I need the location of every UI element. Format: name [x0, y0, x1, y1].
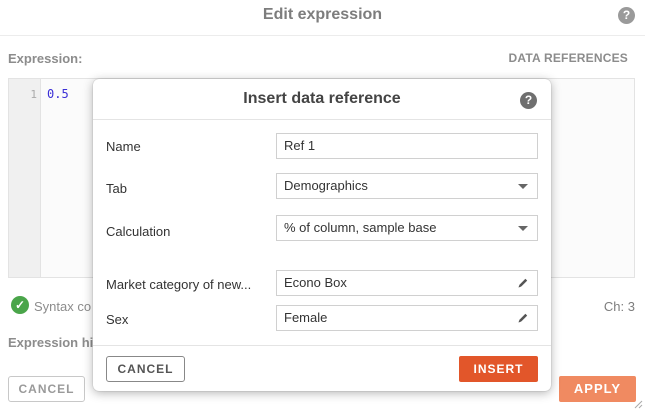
dialog-footer-divider — [93, 345, 551, 346]
insert-button[interactable]: INSERT — [459, 356, 538, 382]
editor-cancel-button[interactable]: CANCEL — [8, 376, 85, 402]
chevron-down-icon — [518, 226, 528, 231]
expression-code[interactable]: 0.5 — [47, 87, 69, 101]
help-icon[interactable]: ? — [520, 92, 537, 109]
help-icon[interactable]: ? — [618, 7, 635, 24]
apply-button[interactable]: APPLY — [559, 376, 636, 402]
name-field[interactable]: Ref 1 — [276, 133, 538, 159]
chevron-down-icon — [518, 184, 528, 189]
expression-label: Expression: — [8, 51, 83, 66]
resize-grip-icon[interactable] — [633, 399, 643, 409]
insert-data-reference-dialog: Insert data reference ? Name Ref 1 Tab D… — [93, 79, 551, 391]
title-divider — [0, 35, 645, 36]
dialog-title: Insert data reference — [243, 90, 401, 107]
calculation-label: Calculation — [106, 224, 171, 239]
calculation-select[interactable]: % of column, sample base — [276, 215, 538, 241]
tab-value: Demographics — [284, 178, 368, 193]
character-count: Ch: 3 — [603, 299, 635, 314]
tab-select[interactable]: Demographics — [276, 173, 538, 199]
cancel-button[interactable]: CANCEL — [106, 356, 185, 382]
pencil-icon[interactable] — [517, 277, 529, 289]
sex-label: Sex — [106, 312, 129, 327]
name-value: Ref 1 — [284, 138, 316, 153]
name-label: Name — [106, 139, 141, 154]
calculation-value: % of column, sample base — [284, 220, 437, 235]
sex-field[interactable]: Female — [276, 305, 538, 331]
edit-expression-title: Edit expression — [262, 6, 383, 23]
line-number: 1 — [30, 88, 37, 101]
expression-hint-label: Expression hi — [8, 335, 94, 350]
line-gutter: 1 — [9, 79, 41, 277]
data-references-link[interactable]: DATA REFERENCES — [509, 51, 628, 65]
market-category-label: Market category of new... — [106, 277, 252, 292]
syntax-status: Syntax co — [34, 299, 92, 314]
check-circle-icon: ✓ — [11, 296, 29, 314]
pencil-icon[interactable] — [517, 312, 529, 324]
tab-label: Tab — [106, 181, 127, 196]
market-category-field[interactable]: Econo Box — [276, 270, 538, 296]
dialog-header-divider — [93, 119, 551, 120]
market-category-value: Econo Box — [284, 275, 347, 290]
sex-value: Female — [284, 310, 328, 325]
